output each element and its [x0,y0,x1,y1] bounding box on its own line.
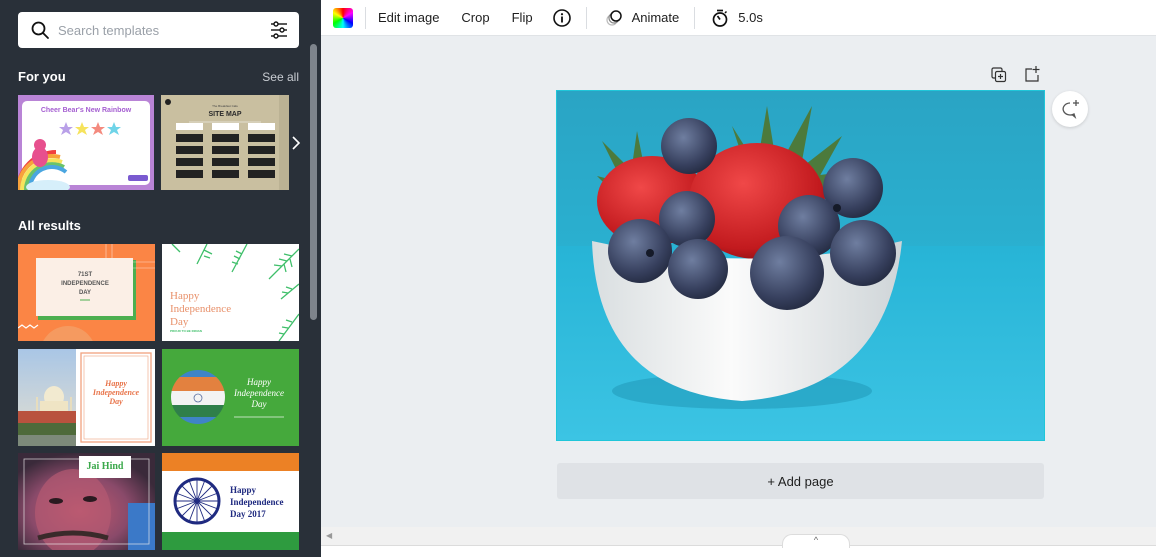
template-title: Cheer Bear's New Rainbow [41,107,132,114]
jai-hind-preview: Jai Hind [18,453,155,550]
template-thumb-happy-independence-leaves[interactable]: Happy Independence Day PROUD TO BE INDIA… [162,244,299,341]
templates-sidebar: For you See all Cheer Bear's New Rainbow [0,0,321,557]
day-2017-preview: Happy Independence Day 2017 [162,453,299,550]
animate-button[interactable]: Animate [593,8,691,28]
template-thumb-cheer-bear[interactable]: Cheer Bear's New Rainbow [18,95,154,190]
template-thumb-taj-mahal[interactable]: Happy Independence Day [18,349,155,446]
template-text: Happy [246,377,271,387]
duration-button[interactable]: 5.0s [699,8,774,28]
info-button[interactable] [544,8,580,28]
animate-icon [605,9,622,26]
fruit-bowl-image[interactable] [557,91,1045,441]
template-title: SITE MAP [208,111,241,118]
template-text: Happy [170,290,200,302]
add-page-button[interactable]: + Add page [557,463,1044,499]
toolbar-divider [694,6,696,29]
horizontal-scrollbar[interactable] [321,527,1156,545]
site-map-preview: The Breakfast Cafe SITE MAP [165,95,289,190]
template-text: Day [251,399,267,409]
filter-icon[interactable] [269,20,289,40]
stopwatch-icon [712,9,728,27]
animate-label: Animate [631,10,680,25]
edit-image-button[interactable]: Edit image [378,10,450,25]
search-icon [31,21,49,39]
template-text: Independence [170,303,231,315]
template-caption: PROUD TO BE INDIAN [170,329,202,333]
template-text: Day 2017 [230,509,266,519]
see-all-link[interactable]: See all [262,70,299,84]
sidebar-scrollbar[interactable] [310,44,317,320]
toolbar-divider [365,6,366,29]
svg-text:The Breakfast Cafe: The Breakfast Cafe [212,104,238,108]
for-you-heading: For you [18,69,66,84]
cheer-bear-preview: Cheer Bear's New Rainbow [18,101,150,190]
info-icon [552,8,571,27]
template-text: Independence [230,497,284,507]
template-thumb-flag-circle[interactable]: Happy Independence Day [162,349,299,446]
flip-button[interactable]: Flip [501,10,544,25]
template-text: Independence [233,388,284,398]
template-text: Day [170,316,189,328]
template-text: Happy [104,379,127,388]
chevron-right-icon [292,136,301,150]
all-results-heading: All results [18,218,81,233]
independence-71-preview: 71ST INDEPENDENCE DAY [18,244,155,341]
toolbar-divider [585,6,587,29]
scroll-left-icon[interactable]: ◀ [326,531,332,540]
taj-mahal-preview: Happy Independence Day [18,349,152,446]
template-text: Independence [92,388,140,397]
leaves-preview: Happy Independence Day PROUD TO BE INDIA… [170,244,299,341]
editor-toolbar: Edit image Crop Flip Animate 5.0s [321,0,1156,36]
search-box[interactable] [18,12,299,48]
add-comment-button[interactable] [1052,91,1088,127]
template-thumb-day-2017[interactable]: Happy Independence Day 2017 [162,453,299,550]
duration-value: 5.0s [738,10,763,25]
crop-button[interactable]: Crop [450,10,500,25]
color-picker-button[interactable] [333,7,353,28]
template-text: Jai Hind [87,461,124,472]
template-text: Happy [230,485,257,495]
search-input[interactable] [58,22,258,38]
chevron-up-icon: ^ [813,535,819,545]
template-text: Day [108,397,123,406]
add-page-icon[interactable] [1023,65,1041,83]
template-thumb-71st-independence[interactable]: 71ST INDEPENDENCE DAY [18,244,155,341]
design-page[interactable] [556,90,1045,441]
expand-pages-button[interactable]: ^ [782,534,850,548]
template-thumb-site-map[interactable]: The Breakfast Cafe SITE MAP [161,95,289,190]
next-templates-button[interactable] [289,96,303,190]
editor-app: For you See all Cheer Bear's New Rainbow [0,0,1156,557]
template-thumb-jai-hind[interactable]: Jai Hind [18,453,155,550]
template-text: 71ST [78,272,93,278]
flag-circle-preview: Happy Independence Day [171,370,284,424]
duplicate-page-icon[interactable] [990,66,1008,84]
comment-plus-icon [1062,100,1079,119]
template-text: INDEPENDENCE [61,281,109,287]
template-text: DAY [79,290,91,296]
footer-panel [321,545,1156,557]
